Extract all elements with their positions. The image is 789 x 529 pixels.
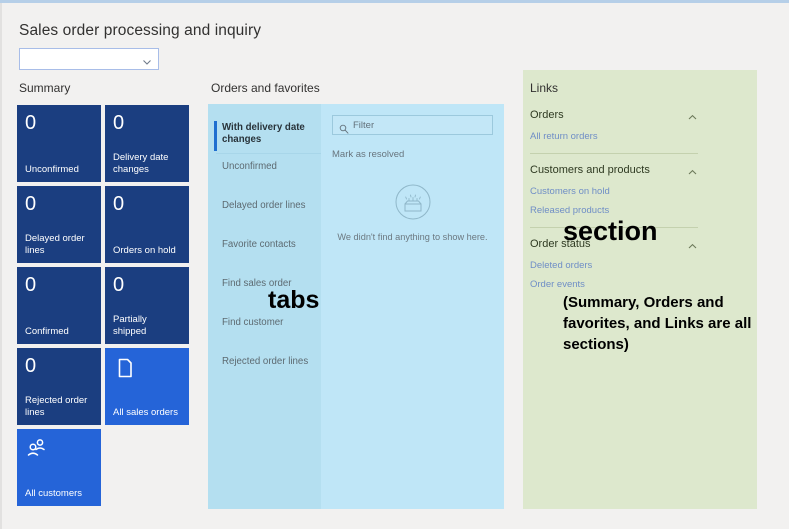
tab-find-customer[interactable]: Find customer bbox=[208, 310, 321, 349]
summary-tiles-grid: 0 Unconfirmed 0 Delivery date changes 0 … bbox=[17, 105, 189, 506]
mark-as-resolved-button[interactable]: Mark as resolved bbox=[332, 149, 493, 160]
orders-and-favorites-panel: With delivery date changes Unconfirmed D… bbox=[208, 104, 504, 509]
filter-placeholder: Filter bbox=[353, 119, 375, 131]
links-section-header: Links bbox=[530, 81, 559, 95]
empty-state-message: We didn't find anything to show here. bbox=[337, 232, 488, 242]
tile-count: 0 bbox=[113, 274, 125, 296]
summary-tile-orders-on-hold[interactable]: 0 Orders on hold bbox=[105, 186, 189, 263]
summary-tile-delivery-date-changes[interactable]: 0 Delivery date changes bbox=[105, 105, 189, 182]
summary-section-header: Summary bbox=[19, 81, 71, 95]
tile-label: Unconfirmed bbox=[25, 163, 79, 175]
tab-label: Unconfirmed bbox=[222, 161, 277, 172]
tile-label: Delivery date changes bbox=[113, 152, 169, 175]
tab-label: Delayed order lines bbox=[222, 200, 306, 211]
chevron-up-icon[interactable] bbox=[687, 165, 698, 176]
summary-tile-rejected-order-lines[interactable]: 0 Rejected order lines bbox=[17, 348, 101, 425]
tile-label: Confirmed bbox=[25, 325, 69, 337]
link-deleted-orders[interactable]: Deleted orders bbox=[530, 256, 698, 275]
empty-state: We didn't find anything to show here. bbox=[321, 180, 504, 242]
annotation-tabs: tabs bbox=[268, 286, 320, 314]
page-title: Sales order processing and inquiry bbox=[19, 22, 262, 39]
annotation-section: section bbox=[563, 216, 658, 246]
document-icon bbox=[113, 356, 137, 380]
links-groups: Orders All return orders Customers and p… bbox=[530, 106, 698, 294]
link-all-return-orders[interactable]: All return orders bbox=[530, 127, 698, 146]
annotation-sections-note: (Summary, Orders and favorites, and Link… bbox=[563, 294, 752, 353]
orders-content-pane: Filter Mark as resolved We didn't find a… bbox=[321, 104, 504, 509]
tab-label: Find customer bbox=[222, 317, 284, 328]
orders-and-favorites-section-header: Orders and favorites bbox=[211, 81, 320, 95]
people-icon bbox=[25, 437, 49, 461]
tile-label: Delayed order lines bbox=[25, 233, 85, 256]
chevron-up-icon[interactable] bbox=[687, 110, 698, 121]
link-group-orders: Orders All return orders bbox=[530, 106, 698, 146]
empty-box-icon bbox=[391, 180, 435, 224]
tile-count: 0 bbox=[25, 274, 37, 296]
summary-tile-unconfirmed[interactable]: 0 Unconfirmed bbox=[17, 105, 101, 182]
tab-delayed-order-lines[interactable]: Delayed order lines bbox=[208, 193, 321, 232]
summary-tile-confirmed[interactable]: 0 Confirmed bbox=[17, 267, 101, 344]
tile-count: 0 bbox=[25, 355, 37, 377]
tile-label: All sales orders bbox=[113, 406, 178, 418]
tile-label: All customers bbox=[25, 487, 83, 499]
summary-tile-delayed-order-lines[interactable]: 0 Delayed order lines bbox=[17, 186, 101, 263]
tile-label: Partially shipped bbox=[113, 314, 147, 337]
chevron-up-icon[interactable] bbox=[687, 239, 698, 250]
tab-with-delivery-date-changes[interactable]: With delivery date changes bbox=[208, 115, 321, 154]
filter-input[interactable]: Filter bbox=[332, 115, 493, 135]
view-selector-dropdown[interactable] bbox=[19, 48, 159, 70]
link-group-header-orders[interactable]: Orders bbox=[530, 106, 698, 127]
tile-count: 0 bbox=[113, 193, 125, 215]
tab-label: Favorite contacts bbox=[222, 239, 296, 250]
tab-favorite-contacts[interactable]: Favorite contacts bbox=[208, 232, 321, 271]
tab-rejected-order-lines[interactable]: Rejected order lines bbox=[208, 349, 321, 388]
summary-tile-all-sales-orders[interactable]: All sales orders bbox=[105, 348, 189, 425]
link-group-header-customers-and-products[interactable]: Customers and products bbox=[530, 161, 698, 182]
tab-label: With delivery date changes bbox=[222, 122, 305, 145]
link-group-title: Orders bbox=[530, 109, 564, 121]
tab-unconfirmed[interactable]: Unconfirmed bbox=[208, 154, 321, 193]
link-group-title: Customers and products bbox=[530, 164, 650, 176]
summary-tile-partially-shipped[interactable]: 0 Partially shipped bbox=[105, 267, 189, 344]
link-customers-on-hold[interactable]: Customers on hold bbox=[530, 182, 698, 201]
tile-count: 0 bbox=[113, 112, 125, 134]
link-group-customers-and-products: Customers and products Customers on hold… bbox=[530, 153, 698, 220]
search-icon bbox=[339, 121, 349, 134]
chevron-down-icon bbox=[142, 54, 152, 65]
tile-label: Rejected order lines bbox=[25, 395, 88, 418]
window-top-accent-line bbox=[0, 0, 789, 3]
tile-count: 0 bbox=[25, 193, 37, 215]
tile-label: Orders on hold bbox=[113, 244, 176, 256]
window-left-edge bbox=[0, 3, 2, 529]
tab-label: Rejected order lines bbox=[222, 356, 309, 367]
tile-count: 0 bbox=[25, 112, 37, 134]
summary-tile-all-customers[interactable]: All customers bbox=[17, 429, 101, 506]
